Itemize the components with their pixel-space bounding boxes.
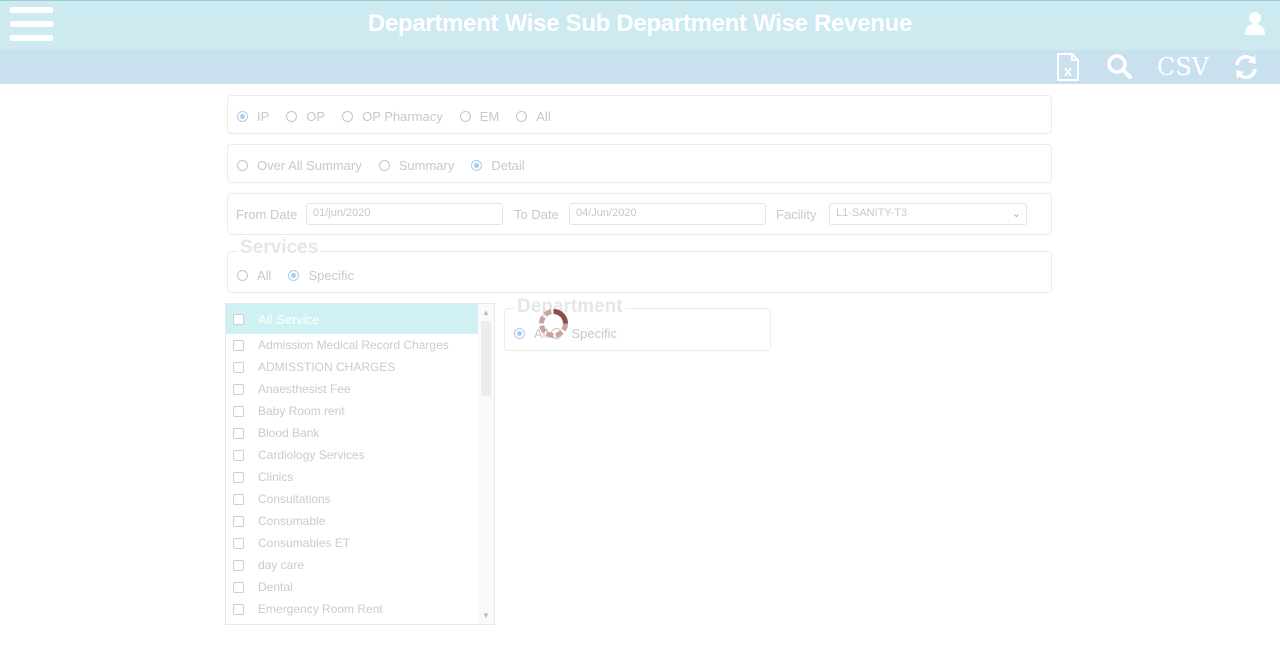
service-checkbox[interactable] [233, 603, 244, 615]
patient-type-panel: IP OP OP Pharmacy EM All [227, 95, 1052, 134]
patient-type-radio-group: IP OP OP Pharmacy EM All [237, 109, 568, 124]
service-checkbox[interactable] [233, 427, 244, 439]
services-panel: All Specific [227, 251, 1052, 293]
services-legend: Services [238, 237, 321, 259]
list-item[interactable]: ADMISSTION CHARGES [226, 356, 478, 378]
radio-over-all-summary-label: Over All Summary [257, 158, 362, 173]
radio-detail-label: Detail [491, 158, 525, 173]
loading-spinner-icon [539, 309, 568, 338]
list-item[interactable]: Dental [226, 576, 478, 598]
services-list[interactable]: All Service Admission Medical Record Cha… [225, 303, 495, 625]
all-service-label: All Service [258, 311, 320, 327]
report-type-panel: Over All Summary Summary Detail [227, 144, 1052, 183]
service-checkbox[interactable] [233, 581, 244, 593]
service-label: Admission Medical Record Charges [258, 338, 449, 352]
service-label: Consumables ET [258, 536, 351, 550]
radio-services-specific-label: Specific [308, 268, 354, 283]
chevron-down-icon: ⌄ [1011, 208, 1021, 220]
service-label: Baby Room rent [258, 404, 345, 418]
svg-text:X: X [1064, 66, 1073, 79]
service-checkbox[interactable] [233, 339, 244, 351]
radio-over-all-summary[interactable] [237, 160, 248, 171]
from-date-label: From Date [236, 207, 298, 222]
radio-detail[interactable] [471, 160, 483, 171]
service-label: ADMISSTION CHARGES [258, 360, 396, 374]
refresh-icon[interactable] [1233, 52, 1259, 82]
service-checkbox[interactable] [233, 471, 244, 483]
radio-summary-label: Summary [398, 158, 455, 173]
radio-services-all-label: All [257, 268, 272, 283]
to-date-input[interactable]: 04/Jun/2020 [569, 203, 766, 225]
user-icon[interactable] [1244, 11, 1266, 35]
app-header: Department Wise Sub Department Wise Reve… [0, 0, 1280, 50]
radio-op-label: OP [306, 109, 326, 124]
list-item[interactable]: Admission Medical Record Charges [226, 334, 478, 356]
department-radio-group: All Specific [514, 326, 634, 341]
page-title: Department Wise Sub Department Wise Reve… [367, 10, 913, 37]
radio-all-label: All [536, 109, 551, 124]
radio-department-specific-label: Specific [571, 326, 617, 341]
radio-em[interactable] [459, 111, 471, 122]
radio-summary[interactable] [378, 160, 390, 171]
filters-panel: From Date 01/jun/2020 To Date 04/Jun/202… [227, 193, 1052, 235]
service-checkbox[interactable] [233, 405, 244, 417]
service-label: Consultations [258, 492, 331, 506]
service-label: Anaesthesist Fee [258, 382, 351, 396]
service-label: Clinics [258, 470, 294, 484]
radio-department-all[interactable] [514, 328, 525, 339]
list-item[interactable]: Consultations [226, 488, 478, 510]
service-label: day care [258, 558, 305, 572]
all-service-checkbox[interactable] [233, 313, 244, 325]
list-item[interactable]: Baby Room rent [226, 400, 478, 422]
facility-select-value: L1-SANITY-T3 [836, 207, 908, 219]
csv-export-button[interactable]: CSV [1157, 52, 1209, 82]
service-label: Dental [258, 580, 293, 594]
report-type-radio-group: Over All Summary Summary Detail [237, 158, 542, 173]
radio-op[interactable] [286, 111, 298, 122]
radio-ip-label: IP [257, 109, 270, 124]
service-label: Consumable [258, 514, 326, 528]
radio-op-pharmacy-label: OP Pharmacy [362, 109, 443, 124]
service-label: Blood Bank [258, 426, 320, 440]
from-date-input[interactable]: 01/jun/2020 [306, 203, 503, 225]
list-item[interactable]: Cardiology Services [226, 444, 478, 466]
to-date-label: To Date [514, 207, 559, 222]
service-label: Emergency Room Rent [258, 602, 383, 616]
list-item[interactable]: Consumables ET [226, 532, 478, 554]
list-item[interactable]: Anaesthesist Fee [226, 378, 478, 400]
search-icon[interactable] [1106, 52, 1132, 82]
radio-op-pharmacy[interactable] [342, 111, 354, 122]
service-checkbox[interactable] [233, 493, 244, 505]
scroll-thumb[interactable] [481, 321, 491, 396]
service-checkbox[interactable] [233, 361, 244, 373]
list-item[interactable]: Consumable [226, 510, 478, 532]
list-item[interactable]: Blood Bank [226, 422, 478, 444]
list-item[interactable]: Emergency Room Rent [226, 598, 478, 620]
excel-export-icon[interactable]: X [1056, 52, 1080, 82]
scroll-down-icon[interactable]: ▼ [482, 611, 490, 620]
service-label: Cardiology Services [258, 448, 365, 462]
services-radio-group: All Specific [237, 268, 371, 283]
list-item[interactable]: Clinics [226, 466, 478, 488]
radio-services-specific[interactable] [288, 270, 300, 281]
service-checkbox[interactable] [233, 449, 244, 461]
radio-services-all[interactable] [237, 270, 248, 281]
service-checkbox[interactable] [233, 537, 244, 549]
service-checkbox[interactable] [233, 559, 244, 571]
service-checkbox[interactable] [233, 515, 244, 527]
scroll-up-icon[interactable]: ▲ [482, 308, 490, 317]
report-toolbar: X CSV [0, 50, 1280, 84]
radio-ip[interactable] [237, 111, 248, 122]
radio-em-label: EM [479, 109, 500, 124]
list-item[interactable]: day care [226, 554, 478, 576]
service-checkbox[interactable] [233, 383, 244, 395]
facility-select[interactable]: L1-SANITY-T3 ⌄ [829, 203, 1027, 225]
facility-label: Facility [776, 207, 817, 222]
radio-all[interactable] [516, 111, 528, 122]
all-service-row[interactable]: All Service [226, 304, 478, 334]
services-scrollbar[interactable]: ▲ ▼ [478, 304, 494, 624]
